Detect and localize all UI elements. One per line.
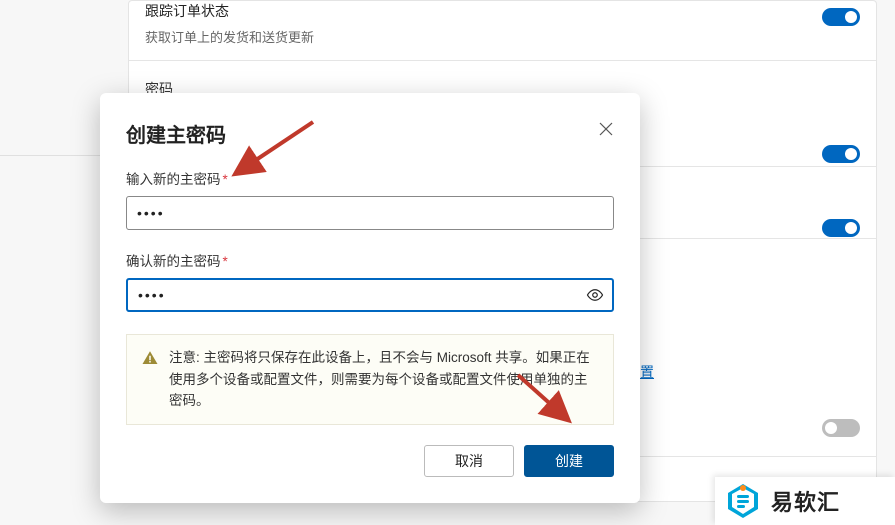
create-button[interactable]: 创建 [524, 445, 614, 477]
watermark-logo-icon [723, 481, 763, 521]
eye-icon [586, 286, 604, 304]
notice-text: 注意: 主密码将只保存在此设备上，且不会与 Microsoft 共享。如果正在使… [169, 347, 599, 412]
track-orders-title: 跟踪订单状态 [145, 1, 860, 21]
link-fragment[interactable]: 置 [640, 362, 654, 382]
track-orders-toggle[interactable] [822, 8, 860, 26]
watermark-text: 易软汇 [771, 485, 840, 517]
setting-toggle-1[interactable] [822, 145, 860, 163]
new-password-input[interactable] [126, 196, 614, 230]
cancel-button[interactable]: 取消 [424, 445, 514, 477]
confirm-password-label: 确认新的主密码* [126, 250, 614, 270]
sidebar-divider [0, 155, 100, 156]
notice-box: 注意: 主密码将只保存在此设备上，且不会与 Microsoft 共享。如果正在使… [126, 334, 614, 425]
create-master-password-dialog: 创建主密码 输入新的主密码* 确认新的主密码* 注意: 主密码将只保存在此设备上… [100, 93, 640, 503]
dialog-title: 创建主密码 [126, 119, 614, 148]
track-orders-desc: 获取订单上的发货和送货更新 [145, 27, 860, 46]
setting-toggle-3[interactable] [822, 419, 860, 437]
reveal-password-button[interactable] [582, 282, 608, 308]
new-password-label: 输入新的主密码* [126, 168, 614, 188]
close-button[interactable] [592, 115, 620, 143]
watermark: 易软汇 [715, 477, 895, 525]
close-icon [599, 122, 613, 136]
confirm-password-input[interactable] [126, 278, 614, 312]
setting-toggle-2[interactable] [822, 219, 860, 237]
warning-icon [141, 349, 159, 412]
